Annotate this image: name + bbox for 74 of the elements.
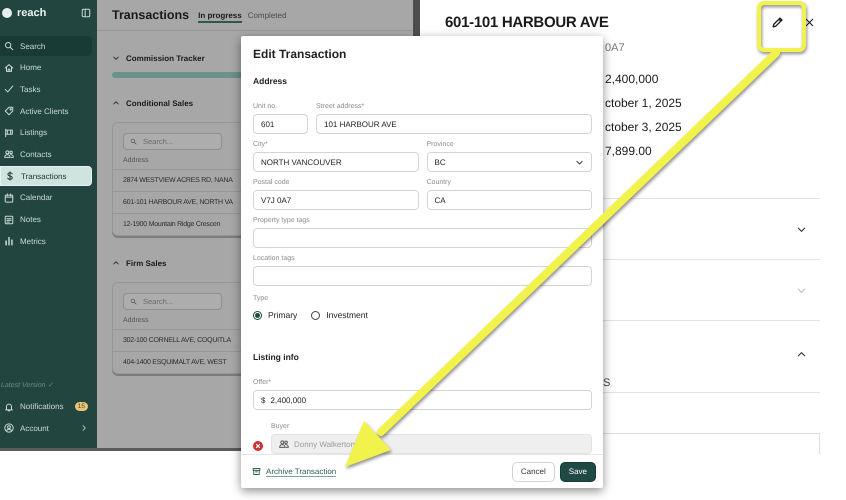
nav-item[interactable]: Active Clients [0, 101, 92, 122]
page-title: Transactions [112, 8, 190, 22]
tags-field[interactable] [253, 228, 592, 248]
people-icon [4, 149, 14, 160]
save-button[interactable]: Save [560, 462, 596, 482]
nav-item[interactable]: Metrics [0, 231, 92, 252]
currency-prefix: $ [261, 396, 266, 404]
detail-value: 7,899.00 [605, 144, 653, 159]
detail-value: 2,400,000 [605, 72, 660, 87]
tag-icon [4, 106, 14, 116]
panel-text: S [603, 377, 610, 389]
pencil-icon [770, 16, 784, 28]
input-field[interactable]: 101 HARBOUR AVE [316, 114, 592, 134]
nav-item[interactable]: Contacts [0, 144, 92, 164]
section-header[interactable]: Commission Tracker [112, 51, 205, 65]
search-icon [130, 298, 137, 305]
input-field[interactable]: $ 2,400,000 [253, 390, 592, 410]
nav-item[interactable]: Notes [0, 210, 92, 230]
chevron-up-icon [112, 99, 120, 107]
archive-link[interactable]: Archive Transaction [252, 466, 336, 476]
nav-item[interactable]: Tasks [0, 79, 92, 100]
section-header[interactable]: Conditional Sales [112, 96, 194, 110]
close-icon [804, 16, 814, 28]
flag-icon [4, 128, 14, 138]
check-icon [4, 84, 14, 94]
bell-icon [4, 402, 14, 412]
app-logo: reach [17, 7, 48, 19]
section-header[interactable]: Firm Sales [112, 256, 166, 270]
dialog-title: Edit Transaction [253, 46, 348, 62]
input-field[interactable]: NORTH VANCOUVER [253, 152, 418, 172]
search-icon [4, 41, 14, 51]
account-item[interactable]: Account [0, 418, 92, 438]
calendar-icon [4, 192, 14, 203]
section-heading: Address [253, 76, 288, 87]
archive-icon [252, 467, 261, 476]
account-icon [4, 423, 14, 434]
bar-chart-icon [4, 236, 14, 246]
house-icon [4, 62, 14, 73]
detail-title: 601-101 HARBOUR AVE [445, 14, 610, 30]
highlight-frame [757, 1, 806, 52]
tab[interactable]: In progress [198, 10, 242, 22]
input-field[interactable]: CA [426, 190, 592, 210]
nav-item[interactable]: Calendar [0, 188, 92, 208]
field-value: 2,400,000 [270, 396, 306, 404]
remove-button[interactable] [253, 439, 263, 449]
section-heading: Listing info [253, 352, 300, 363]
detail-value: ctober 1, 2025 [605, 96, 683, 111]
input-field[interactable]: V7J 0A7 [253, 190, 418, 210]
nav-item[interactable]: Listings [0, 122, 92, 143]
search-button[interactable]: Search [0, 36, 92, 56]
select-field[interactable]: BC [426, 152, 592, 172]
search-icon [130, 138, 137, 145]
radio-button[interactable] [311, 310, 320, 320]
people-icon [279, 439, 289, 449]
sidebar-toggle-icon [81, 8, 91, 18]
field-value: Donny Walkerton [294, 440, 356, 448]
remove-icon [253, 441, 263, 451]
radio-option[interactable]: Investment [311, 310, 368, 320]
postal-code-text: 0A7 [605, 42, 626, 56]
cancel-button[interactable]: Cancel [512, 462, 555, 482]
tags-field[interactable] [253, 266, 592, 286]
chevron-up-icon [112, 259, 120, 267]
chevron-right-icon [80, 424, 88, 432]
nav-item[interactable]: Transactions [0, 166, 92, 186]
detail-value: ctober 3, 2025 [605, 120, 683, 135]
chevron-down-icon [112, 54, 120, 62]
nav-item[interactable]: Home [0, 58, 92, 78]
radio-option[interactable]: Primary [253, 310, 298, 320]
logo-icon [2, 8, 12, 18]
note-icon [4, 214, 14, 224]
radio-button[interactable] [253, 310, 262, 320]
input-field[interactable]: 601 [253, 114, 308, 134]
tab[interactable]: Completed [248, 10, 286, 22]
dollar-icon [5, 171, 15, 182]
